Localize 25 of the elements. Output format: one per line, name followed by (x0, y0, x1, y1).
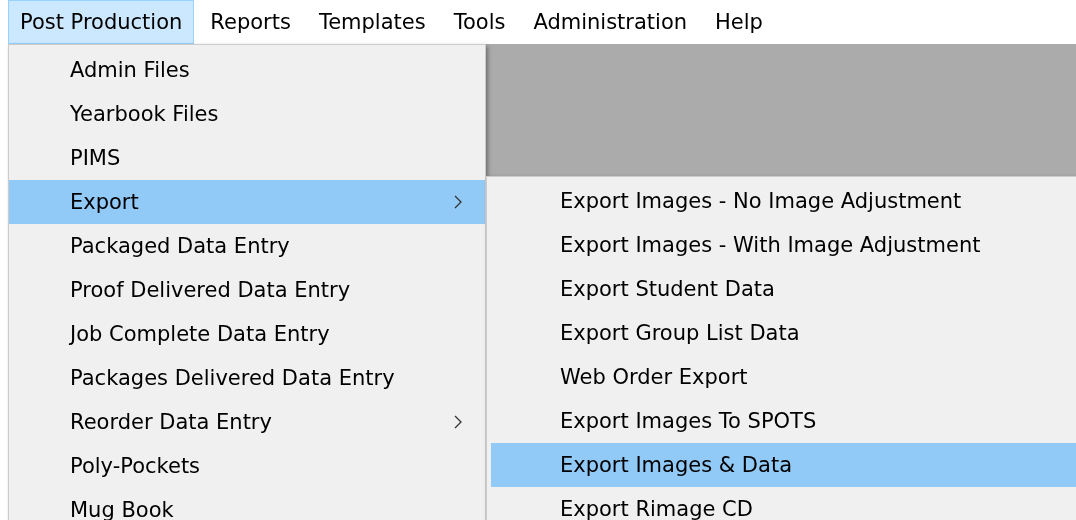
menu-item[interactable]: Reorder Data Entry (9, 400, 485, 444)
menu-item[interactable]: Export Group List Data (491, 311, 1076, 355)
menu-item[interactable]: Web Order Export (491, 355, 1076, 399)
menu-item[interactable]: Export (9, 180, 485, 224)
menu-item[interactable]: PIMS (9, 136, 485, 180)
menu-bar-item[interactable]: Tools (441, 0, 518, 44)
menu-bar-item[interactable]: Help (703, 0, 775, 44)
menu-item[interactable]: Export Rimage CD (491, 487, 1076, 520)
menu-item[interactable]: Proof Delivered Data Entry (9, 268, 485, 312)
menu-item[interactable]: Yearbook Files (9, 92, 485, 136)
menu-bar-item[interactable]: Reports (198, 0, 303, 44)
menu-item[interactable]: Export Images & Data (491, 443, 1076, 487)
menu-item[interactable]: Poly-Pockets (9, 444, 485, 488)
menu-bar-item[interactable]: Post Production (8, 0, 195, 44)
menu-item[interactable]: Export Images To SPOTS (491, 399, 1076, 443)
menu-bar-item[interactable]: Administration (521, 0, 700, 44)
menu-item[interactable]: Job Complete Data Entry (9, 312, 485, 356)
menu-item[interactable]: Admin Files (9, 48, 485, 92)
menu-bar-item[interactable]: Templates (306, 0, 438, 44)
menu-item[interactable]: Export Images - No Image Adjustment (491, 179, 1076, 223)
menu-item[interactable]: Export Images - With Image Adjustment (491, 223, 1076, 267)
menu-item[interactable]: Packages Delivered Data Entry (9, 356, 485, 400)
menu-item[interactable]: Export Student Data (491, 267, 1076, 311)
menu-item[interactable]: Mug Book (9, 488, 485, 520)
menu-item[interactable]: Packaged Data Entry (9, 224, 485, 268)
